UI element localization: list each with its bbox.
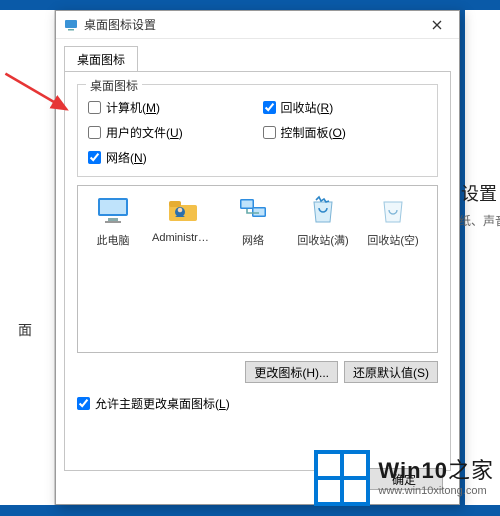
icon-item-administrator[interactable]: Administrat... <box>152 192 214 248</box>
network-icon <box>235 192 271 228</box>
change-icon-button[interactable]: 更改图标(H)... <box>245 361 338 383</box>
user-folder-icon <box>165 192 201 228</box>
checkbox-recycle-bin[interactable]: 回收站(R) <box>263 99 428 116</box>
watermark-url: www.win10xitong.com <box>378 485 494 498</box>
checkbox-user-files[interactable]: 用户的文件(U) <box>88 124 253 141</box>
background-left-text: 面 <box>18 320 32 340</box>
checkbox-computer[interactable]: 计算机(M) <box>88 99 253 116</box>
icon-listbox[interactable]: 此电脑 Administrat... 网络 <box>77 185 438 353</box>
monitor-icon <box>95 192 131 228</box>
checkbox-network[interactable]: 网络(N) <box>88 149 253 166</box>
tab-desktop-icons[interactable]: 桌面图标 <box>64 46 138 72</box>
close-button[interactable] <box>423 15 451 35</box>
recycle-bin-empty-icon <box>375 192 411 228</box>
checkbox-control-panel[interactable]: 控制面板(O) <box>263 124 428 141</box>
tab-strip: 桌面图标 <box>56 39 459 71</box>
tab-page: 桌面图标 计算机(M) 回收站(R) 用户的文件(U) 控制面板(O) <box>64 71 451 471</box>
icon-item-this-pc[interactable]: 此电脑 <box>82 192 144 248</box>
app-icon <box>64 18 78 32</box>
checkbox-allow-theme-input[interactable] <box>77 397 90 410</box>
icon-item-recycle-full[interactable]: 回收站(满) <box>292 192 354 248</box>
icon-button-row: 更改图标(H)... 还原默认值(S) <box>77 361 438 383</box>
checkbox-computer-input[interactable] <box>88 101 101 114</box>
checkbox-control-panel-input[interactable] <box>263 126 276 139</box>
windows-logo-icon <box>314 450 370 506</box>
background-right-panel: 设置 具壁纸、声音 <box>465 10 500 505</box>
icon-item-network[interactable]: 网络 <box>222 192 284 248</box>
checkbox-recycle-bin-input[interactable] <box>263 101 276 114</box>
group-legend: 桌面图标 <box>86 77 142 94</box>
restore-defaults-button[interactable]: 还原默认值(S) <box>344 361 438 383</box>
background-settings-title: 设置 <box>461 180 497 206</box>
desktop-icon-settings-dialog: 桌面图标设置 桌面图标 桌面图标 计算机(M) 回收站(R) 用户的文件(U <box>55 10 460 505</box>
dialog-title: 桌面图标设置 <box>84 16 423 33</box>
checkbox-user-files-input[interactable] <box>88 126 101 139</box>
watermark-brand: Win10之家 <box>378 458 494 484</box>
checkbox-allow-theme[interactable]: 允许主题更改桌面图标(L) <box>77 395 438 412</box>
close-icon <box>432 20 442 30</box>
checkbox-network-input[interactable] <box>88 151 101 164</box>
background-left-panel: 面 <box>0 10 55 505</box>
titlebar: 桌面图标设置 <box>56 11 459 39</box>
icon-item-recycle-empty[interactable]: 回收站(空) <box>362 192 424 248</box>
desktop-icons-group: 桌面图标 计算机(M) 回收站(R) 用户的文件(U) 控制面板(O) <box>77 84 438 177</box>
watermark: Win10之家 www.win10xitong.com <box>314 450 494 506</box>
recycle-bin-full-icon <box>305 192 341 228</box>
